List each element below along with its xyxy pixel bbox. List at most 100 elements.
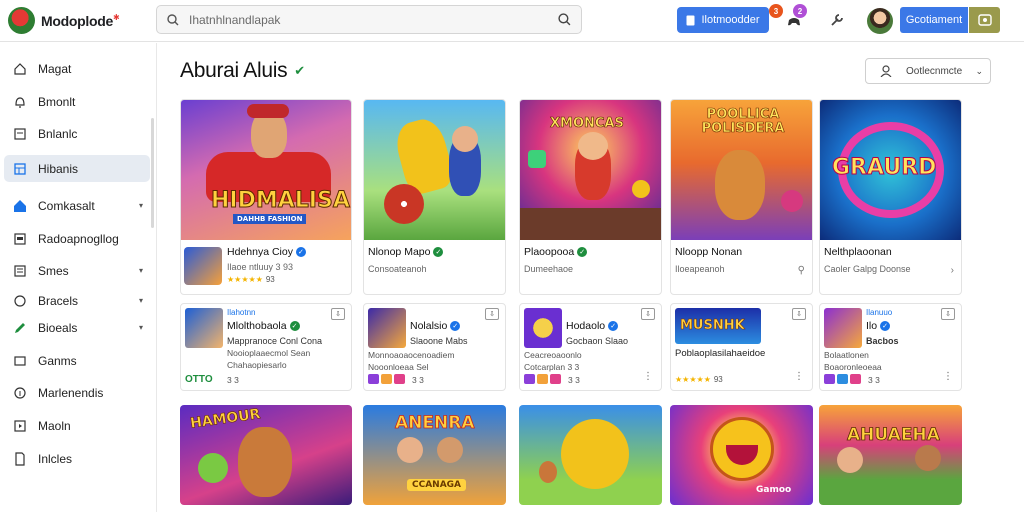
- circle-icon: [13, 294, 27, 308]
- game-art: GRAURD: [820, 100, 961, 240]
- list-card[interactable]: ⇩ Ilahotnn Mlolthobaola ✓ Mappranoce Conl…: [180, 303, 352, 391]
- top-bar: Modoplode ✱ Ilotmoodder 3 2 Gcotiament: [0, 0, 1024, 42]
- game-card[interactable]: POOLLICA POLISDERA Nloopp Nonan Iloeapea…: [670, 99, 813, 295]
- game-subtitle: Iloeapeanoh: [675, 264, 725, 274]
- tile-title: Gamoo: [756, 485, 792, 495]
- game-name: Hdehnya Cioy: [227, 246, 293, 258]
- game-card[interactable]: HIDMALISA DAHHB FASHION Hdehnya Cioy ✓ Il…: [180, 99, 352, 295]
- sidebar-item-hibanis[interactable]: Hibanis: [4, 155, 150, 182]
- list-banner: MUSNHK: [675, 308, 761, 344]
- more-options-icon[interactable]: ⋮: [943, 371, 953, 382]
- art-title: HIDMALISA: [211, 188, 351, 214]
- list-description: Nooioplaaecmol Sean: [227, 348, 311, 358]
- chevron-down-icon[interactable]: ▾: [139, 201, 143, 210]
- user-icon: [880, 65, 892, 77]
- list-tagline: Cotcarplan 3 3: [524, 362, 580, 372]
- game-meta: Hdehnya Cioy ✓ Ilaoe ntluuy 3 93 ★★★★★ 93: [181, 241, 351, 294]
- list-rating: 3 3: [227, 375, 239, 385]
- tag-row: [824, 374, 861, 384]
- download-icon[interactable]: ⇩: [941, 308, 955, 320]
- message-count-badge: 2: [793, 4, 807, 18]
- account-menu-button[interactable]: [969, 7, 1000, 33]
- chevron-down-icon[interactable]: ▾: [139, 323, 143, 332]
- list-developer: Mappranoce Conl Cona: [227, 336, 323, 346]
- list-card[interactable]: ⇩ Ilanuuo Ilo ✓ Bacbos Bolaatlonen Boaoro…: [819, 303, 962, 391]
- primary-action-button[interactable]: Ilotmoodder: [677, 7, 769, 33]
- app-logo[interactable]: Modoplode ✱: [8, 7, 120, 34]
- list-card[interactable]: MUSNHK ⇩ Poblaoplasilahaeidoe ★★★★★ 93 ⋮: [670, 303, 813, 391]
- sidebar-item-comkasalt[interactable]: Comkasalt ▾: [4, 192, 150, 219]
- download-icon[interactable]: ⇩: [641, 308, 655, 320]
- chevron-down-icon[interactable]: ▾: [139, 266, 143, 275]
- user-avatar[interactable]: [867, 8, 893, 34]
- download-icon[interactable]: ⇩: [485, 308, 499, 320]
- sidebar-item-radoapnogllog[interactable]: Radoapnogllog: [4, 225, 150, 252]
- bell-icon: [13, 95, 27, 109]
- sidebar-item-bmonlt[interactable]: Bmonlt: [4, 88, 150, 115]
- list-title: Hodaolo: [566, 320, 606, 332]
- sidebar-item-inlcles[interactable]: Inlcles: [4, 445, 150, 472]
- tile-title: AHUAEHA: [847, 425, 941, 446]
- sort-dropdown[interactable]: Ootlecnmcte ⌄: [865, 58, 991, 84]
- notifications-button[interactable]: 3 2: [769, 4, 807, 34]
- sidebar-item-marlenendis[interactable]: Marlenendis: [4, 379, 150, 406]
- sidebar-item-label: Bnlanlc: [38, 126, 78, 141]
- game-tile[interactable]: Gamoo: [670, 405, 813, 505]
- game-tile[interactable]: HAMOUR: [180, 405, 352, 505]
- list-category: Ilahotnn: [227, 308, 256, 317]
- search-input[interactable]: [179, 12, 558, 27]
- game-tile[interactable]: ANENRA CCANAGA: [363, 405, 506, 505]
- game-tile[interactable]: AHUAEHA: [819, 405, 962, 505]
- face-shape: [837, 447, 863, 473]
- list-category: Ilanuuo: [866, 308, 893, 317]
- sidebar-item-bioeals[interactable]: Bioeals ▾: [4, 314, 150, 341]
- info-icon[interactable]: ⚲: [798, 265, 805, 276]
- home-outline-icon: [13, 62, 27, 76]
- game-subtitle: Dumeehaoe: [524, 264, 574, 274]
- search-bar[interactable]: [156, 5, 582, 34]
- character-shape: [238, 427, 292, 497]
- game-card[interactable]: GRAURD Nelthplaoonan Caoler Galpg Doonse…: [819, 99, 962, 295]
- tools-button[interactable]: [826, 9, 848, 31]
- game-art: HIDMALISA DAHHB FASHION: [181, 100, 351, 240]
- sidebar-item-bracels[interactable]: Bracels ▾: [4, 287, 150, 314]
- chevron-right-icon[interactable]: ›: [951, 265, 954, 276]
- verified-check-icon: ✔: [294, 63, 305, 78]
- account-button[interactable]: Gcotiament: [900, 7, 968, 33]
- search-submit-icon[interactable]: [558, 13, 571, 26]
- sidebar-item-ganms[interactable]: Ganms: [4, 347, 150, 374]
- game-name: Nelthplaoonan: [824, 246, 892, 258]
- more-options-icon[interactable]: ⋮: [794, 371, 804, 382]
- game-tile[interactable]: [519, 405, 662, 505]
- sidebar-item-label: Magat: [38, 61, 72, 76]
- download-icon[interactable]: ⇩: [792, 308, 806, 320]
- list-title: Poblaoplasilahaeidoe: [675, 348, 766, 359]
- message-icon: [13, 354, 27, 368]
- art-title: GRAURD: [831, 155, 937, 181]
- tag-row: [368, 374, 405, 384]
- sidebar-item-label: Bioeals: [38, 320, 78, 335]
- game-card[interactable]: Nlonop Mapo ✓ Consoateanoh: [363, 99, 506, 295]
- notification-count-badge: 3: [769, 4, 783, 18]
- page-title-text: Aburai Aluis: [180, 59, 288, 82]
- sidebar-item-bnlanlc[interactable]: Bnlanlc: [4, 120, 150, 147]
- account-button-label: Gcotiament: [905, 14, 963, 26]
- sidebar-item-magat[interactable]: Magat: [4, 55, 150, 82]
- creature-shape: [539, 461, 557, 483]
- sidebar-item-smes[interactable]: Smes ▾: [4, 257, 150, 284]
- sidebar-item-maoln[interactable]: Maoln: [4, 412, 150, 439]
- list-developer: Bacbos: [866, 336, 899, 346]
- list-card[interactable]: ⇩ Hodaolo ✓ Gocbaon Slaao Ceacreoaoonlo C…: [519, 303, 662, 391]
- face-shape: [397, 437, 423, 463]
- list-card[interactable]: ⇩ Nolalsio ✓ Slaoone Mabs Monnoaoaocenoad…: [363, 303, 506, 391]
- more-options-icon[interactable]: ⋮: [643, 371, 653, 382]
- game-name: Plaoopooa: [524, 246, 575, 258]
- download-icon[interactable]: ⇩: [331, 308, 345, 320]
- game-art: XMONCAS: [520, 100, 661, 240]
- settings-icon: [977, 14, 992, 26]
- sidebar-item-label: Inlcles: [38, 451, 73, 466]
- sidebar-scrollbar[interactable]: [151, 118, 154, 228]
- game-card[interactable]: XMONCAS Plaoopooa ✓ Dumeehaoe: [519, 99, 662, 295]
- chevron-down-icon[interactable]: ▾: [139, 296, 143, 305]
- square-icon: [13, 232, 27, 246]
